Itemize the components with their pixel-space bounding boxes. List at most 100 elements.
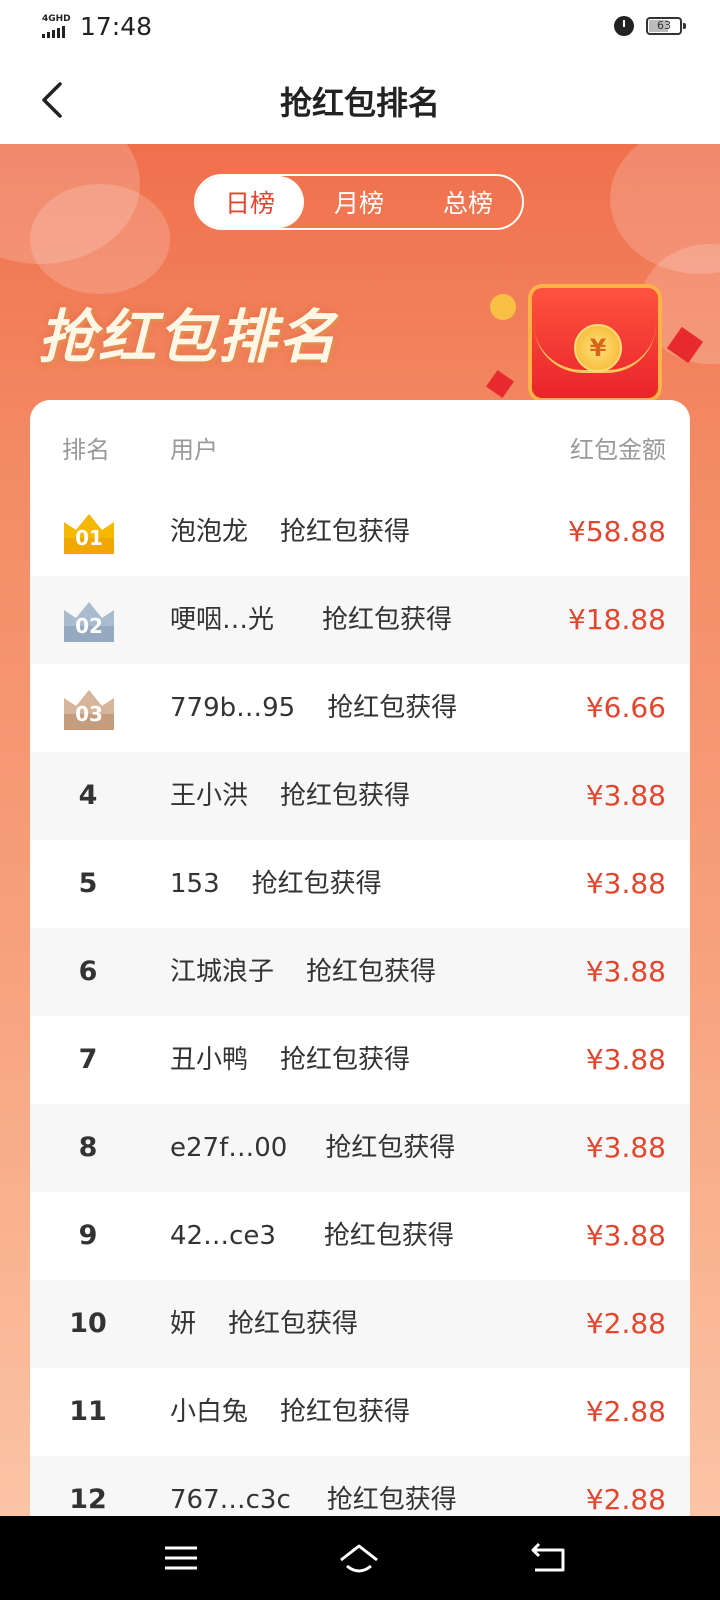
rank-badge-number: 01 (75, 526, 103, 550)
user-info: 小白兔 抢红包获得 (170, 1368, 410, 1456)
user-name: 丑小鸭 (170, 1045, 249, 1075)
page-title: 抢红包排名 (279, 84, 440, 122)
red-envelope-illustration: ¥ (528, 284, 662, 402)
user-action: 抢红包获得 (306, 957, 437, 987)
tab-daily[interactable]: 日榜 (196, 176, 304, 228)
user-action: 抢红包获得 (323, 1221, 454, 1251)
rank-number: 12 (69, 1484, 107, 1515)
rank-badge-number: 02 (75, 614, 103, 638)
table-row: 12 767…c3c 抢红包获得 ¥2.88 (30, 1456, 690, 1516)
table-row: 11 小白兔 抢红包获得 ¥2.88 (30, 1368, 690, 1456)
amount-value: ¥58.88 (568, 515, 666, 548)
user-name: 153 (170, 869, 220, 899)
system-nav-bar (0, 1516, 720, 1600)
coin-icon: ¥ (574, 324, 622, 372)
gold-crown-badge-icon: 01 (60, 508, 118, 556)
amount-value: ¥3.88 (585, 867, 666, 900)
hero-section: 日榜 月榜 总榜 抢红包排名 ¥ 排名 用户 红包金额 01 泡泡龙 抢红包获得 … (0, 144, 720, 1516)
header-amount: 红包金额 (570, 436, 666, 464)
silver-crown-badge-icon: 02 (60, 596, 118, 644)
user-name: 小白兔 (170, 1397, 249, 1427)
amount-value: ¥3.88 (585, 1219, 666, 1252)
status-bar: 4GHD 17:48 63 (0, 0, 720, 56)
table-row: 8 e27f…00 抢红包获得 ¥3.88 (30, 1104, 690, 1192)
user-action: 抢红包获得 (251, 869, 382, 899)
user-info: 丑小鸭 抢红包获得 (170, 1016, 410, 1104)
user-action: 抢红包获得 (326, 1485, 457, 1515)
user-info: 江城浪子 抢红包获得 (170, 928, 436, 1016)
user-info: 42…ce3 抢红包获得 (170, 1192, 454, 1280)
return-icon (531, 1542, 565, 1572)
user-action: 抢红包获得 (280, 781, 411, 811)
user-info: 妍 抢红包获得 (170, 1280, 358, 1368)
home-icon (340, 1544, 378, 1573)
amount-value: ¥2.88 (585, 1483, 666, 1516)
tab-total[interactable]: 总榜 (414, 176, 522, 228)
ranking-period-tabs: 日榜 月榜 总榜 (194, 174, 524, 230)
user-action: 抢红包获得 (280, 1397, 411, 1427)
user-action: 抢红包获得 (325, 1133, 456, 1163)
user-name: 妍 (170, 1309, 197, 1339)
bronze-crown-badge-icon: 03 (60, 684, 118, 732)
menu-button[interactable] (156, 1536, 206, 1580)
cloud-decoration (30, 184, 170, 294)
user-info: e27f…00 抢红包获得 (170, 1104, 455, 1192)
rank-number: 6 (78, 956, 98, 987)
user-action: 抢红包获得 (327, 693, 458, 723)
amount-value: ¥6.66 (585, 691, 666, 724)
table-row: 5 153 抢红包获得 ¥3.88 (30, 840, 690, 928)
amount-value: ¥3.88 (585, 779, 666, 812)
ranking-card: 排名 用户 红包金额 01 泡泡龙 抢红包获得 ¥58.88 02 哽咽…光 抢红包… (30, 400, 690, 1516)
rank-number: 9 (78, 1220, 98, 1251)
table-header: 排名 用户 红包金额 (30, 400, 690, 488)
user-info: 779b…95 抢红包获得 (170, 664, 457, 752)
status-left: 4GHD 17:48 (42, 12, 152, 41)
user-info: 泡泡龙 抢红包获得 (170, 488, 410, 576)
amount-value: ¥2.88 (585, 1307, 666, 1340)
status-time: 17:48 (80, 12, 153, 41)
rank-number: 8 (78, 1132, 98, 1163)
user-info: 王小洪 抢红包获得 (170, 752, 410, 840)
alarm-icon (614, 16, 634, 36)
header-rank: 排名 (62, 436, 110, 464)
coin-decoration (490, 294, 516, 320)
user-info: 153 抢红包获得 (170, 840, 382, 928)
amount-value: ¥2.88 (585, 1395, 666, 1428)
rank-number: 10 (69, 1308, 107, 1339)
rank-number: 7 (78, 1044, 98, 1075)
battery-icon: 63 (646, 17, 686, 35)
return-button[interactable] (524, 1536, 574, 1580)
user-name: 767…c3c (170, 1485, 291, 1515)
user-action: 抢红包获得 (322, 605, 453, 635)
user-action: 抢红包获得 (280, 517, 411, 547)
signal-icon: 4GHD (42, 14, 74, 40)
user-info: 哽咽…光 抢红包获得 (170, 576, 452, 664)
network-type: 4GHD (42, 13, 71, 24)
red-envelope-decoration (486, 370, 514, 398)
table-row: 9 42…ce3 抢红包获得 ¥3.88 (30, 1192, 690, 1280)
user-name: 哽咽…光 (170, 605, 275, 635)
user-action: 抢红包获得 (280, 1045, 411, 1075)
hero-title: 抢红包排名 (38, 303, 339, 371)
tab-monthly[interactable]: 月榜 (304, 176, 414, 228)
nav-bar: 抢红包排名 (0, 56, 720, 144)
rank-badge-number: 03 (75, 702, 103, 726)
table-row: 7 丑小鸭 抢红包获得 ¥3.88 (30, 1016, 690, 1104)
user-name: 779b…95 (170, 693, 296, 723)
home-button[interactable] (334, 1536, 384, 1580)
table-row: 03 779b…95 抢红包获得 ¥6.66 (30, 664, 690, 752)
amount-value: ¥3.88 (585, 1043, 666, 1076)
amount-value: ¥18.88 (568, 603, 666, 636)
menu-icon (165, 1546, 197, 1570)
user-name: 42…ce3 (170, 1221, 276, 1251)
battery-level: 63 (657, 19, 671, 32)
table-row: 01 泡泡龙 抢红包获得 ¥58.88 (30, 488, 690, 576)
user-name: e27f…00 (170, 1133, 288, 1163)
user-info: 767…c3c 抢红包获得 (170, 1456, 457, 1516)
status-right: 63 (614, 16, 686, 36)
amount-value: ¥3.88 (585, 955, 666, 988)
user-name: 江城浪子 (170, 957, 275, 987)
rank-number: 11 (69, 1396, 107, 1427)
user-name: 泡泡龙 (170, 517, 249, 547)
user-name: 王小洪 (170, 781, 249, 811)
